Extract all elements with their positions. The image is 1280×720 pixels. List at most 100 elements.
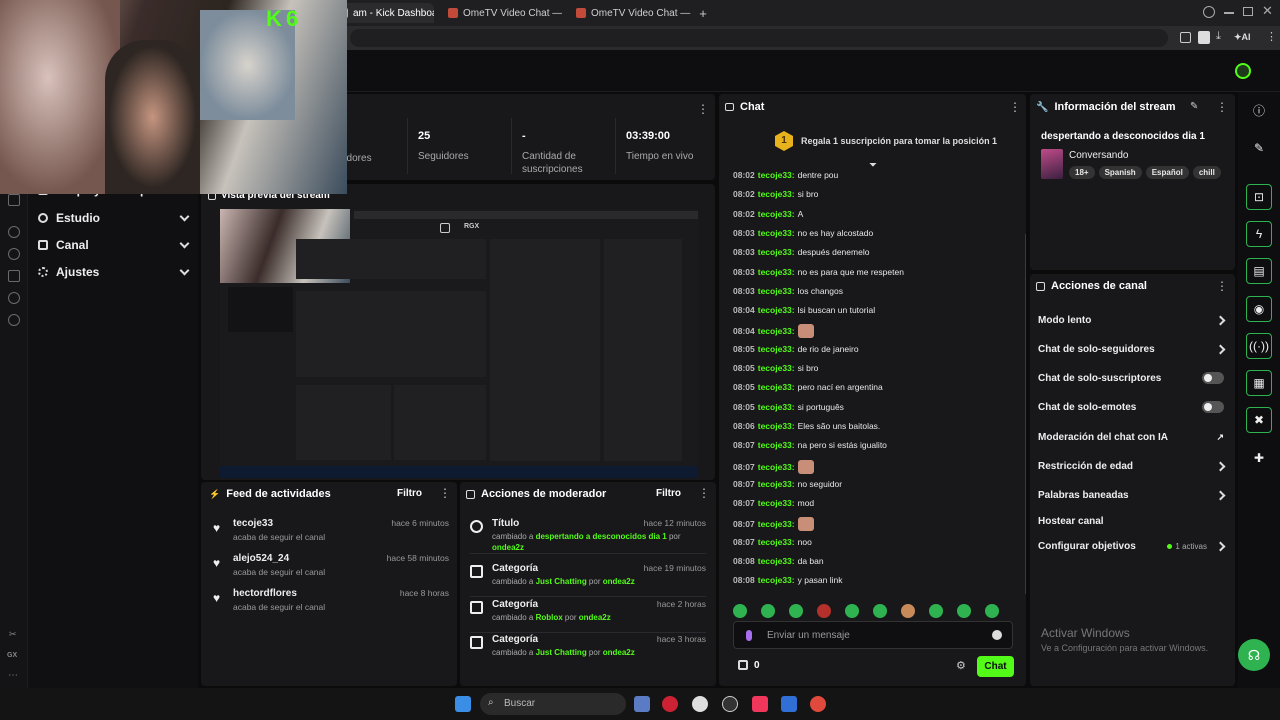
pin-rail-icon[interactable]: ✂ — [9, 629, 17, 640]
extensions-icon[interactable] — [1180, 32, 1191, 43]
play-rail-icon[interactable] — [8, 226, 20, 238]
gift-sub-banner[interactable]: Regala 1 suscripción para tomar la posic… — [801, 136, 997, 146]
gift-points-icon[interactable] — [738, 660, 748, 670]
chat-username[interactable]: tecoje33: — [758, 305, 795, 315]
url-field[interactable] — [350, 29, 1168, 47]
profile-extension-icon[interactable] — [1198, 31, 1210, 44]
microphone-icon[interactable] — [746, 630, 752, 641]
more-options-icon[interactable]: ⋮ — [1216, 279, 1228, 293]
chat-scrollbar[interactable] — [1025, 234, 1026, 594]
download-rail-icon[interactable] — [8, 270, 20, 282]
feed-user[interactable]: hectordflores — [233, 588, 297, 599]
feed-filter-button[interactable]: Filtro — [397, 488, 422, 499]
more-rail-icon[interactable]: ⋯ — [8, 670, 18, 681]
gx-rail-label[interactable]: GX — [7, 652, 17, 659]
history-rail-icon[interactable] — [8, 248, 20, 260]
feed-user[interactable]: alejo524_24 — [233, 553, 289, 564]
support-headset-icon[interactable]: ☊ — [1238, 639, 1270, 671]
user-avatar[interactable] — [1235, 63, 1251, 79]
info-icon[interactable]: ⓘ — [1246, 97, 1272, 123]
chat-username[interactable]: tecoje33: — [758, 363, 795, 373]
chat-username[interactable]: tecoje33: — [758, 498, 795, 508]
capcut-app-icon[interactable] — [781, 696, 797, 712]
chat-username[interactable]: tecoje33: — [758, 170, 795, 180]
steam-app-icon[interactable] — [722, 696, 738, 712]
chat-username[interactable]: tecoje33: — [758, 575, 795, 585]
chat-username[interactable]: tecoje33: — [758, 286, 795, 296]
windows-start-icon[interactable] — [455, 696, 471, 712]
add-widget-icon[interactable]: ✚ — [1246, 445, 1272, 471]
lightning-icon[interactable]: ϟ — [1246, 221, 1272, 247]
chat-username[interactable]: tecoje33: — [758, 421, 795, 431]
chat-username[interactable]: tecoje33: — [758, 267, 795, 277]
emotes-only-toggle[interactable] — [1202, 401, 1224, 413]
layout-icon[interactable]: ▦ — [1246, 370, 1272, 396]
emote-icon[interactable] — [789, 604, 803, 618]
channel-action-followers-only[interactable]: Chat de solo-seguidores — [1038, 340, 1226, 358]
chat-username[interactable]: tecoje33: — [758, 402, 795, 412]
chat-username[interactable]: tecoje33: — [758, 326, 795, 336]
emote-icon[interactable] — [845, 604, 859, 618]
mod-filter-button[interactable]: Filtro — [656, 488, 681, 499]
search-tabs-icon[interactable] — [1203, 6, 1215, 18]
browser-tab-ometv-1[interactable]: OmeTV Video Chat — Ome — [440, 3, 562, 23]
chat-username[interactable]: tecoje33: — [758, 556, 795, 566]
new-tab-button[interactable]: + — [694, 3, 712, 23]
edit-icon[interactable]: ✎ — [1190, 101, 1198, 112]
music-app-icon[interactable] — [752, 696, 768, 712]
chat-settings-icon[interactable]: ⚙ — [956, 659, 966, 672]
emote-icon[interactable] — [761, 604, 775, 618]
stream-preview-video[interactable]: RGX — [220, 209, 698, 478]
emote-icon[interactable] — [873, 604, 887, 618]
channel-action-emotes-only[interactable]: Chat de solo-emotes — [1038, 398, 1224, 416]
chat-username[interactable]: tecoje33: — [758, 382, 795, 392]
more-options-icon[interactable]: ⋮ — [697, 102, 709, 116]
emote-icon[interactable] — [957, 604, 971, 618]
stream-category[interactable]: Conversando — [1069, 150, 1128, 161]
channel-action-age-restriction[interactable]: Restricción de edad — [1038, 457, 1226, 475]
capture-icon[interactable]: ⊡ — [1246, 184, 1272, 210]
opera-app-icon[interactable] — [662, 696, 678, 712]
cloud-app-icon[interactable] — [692, 696, 708, 712]
popout-icon[interactable] — [440, 223, 450, 233]
emote-icon[interactable] — [929, 604, 943, 618]
chat-username[interactable]: tecoje33: — [758, 440, 795, 450]
pinned-expand-icon[interactable]: ⏷ — [869, 160, 877, 171]
chat-username[interactable]: tecoje33: — [758, 479, 795, 489]
chat-username[interactable]: tecoje33: — [758, 228, 795, 238]
chat-rail-icon[interactable] — [8, 194, 20, 206]
chat-username[interactable]: tecoje33: — [758, 462, 795, 472]
sidebar-item-estudio[interactable]: Estudio — [38, 208, 190, 228]
sidebar-item-canal[interactable]: Canal — [38, 235, 190, 255]
feed-user[interactable]: tecoje33 — [233, 518, 273, 529]
pencil-icon[interactable]: ✎ — [1246, 135, 1272, 161]
emote-icon[interactable] — [985, 604, 999, 618]
chat-input[interactable]: Enviar un mensaje — [733, 621, 1013, 649]
settings-rail-icon[interactable] — [8, 314, 20, 326]
extensions-rail-icon[interactable] — [8, 292, 20, 304]
subscribers-only-toggle[interactable] — [1202, 372, 1224, 384]
close-window-icon[interactable]: ✕ — [1262, 3, 1273, 19]
settings-app-icon[interactable] — [634, 696, 650, 712]
channel-action-slow-mode[interactable]: Modo lento — [1038, 311, 1226, 329]
emote-icon[interactable] — [733, 604, 747, 618]
browser-menu-icon[interactable]: ⋮ — [1266, 30, 1277, 43]
tools-icon[interactable]: ✖ — [1246, 407, 1272, 433]
download-icon[interactable]: ⤓ — [1216, 30, 1221, 43]
emote-icon[interactable] — [817, 604, 831, 618]
chat-username[interactable]: tecoje33: — [758, 344, 795, 354]
more-options-icon[interactable]: ⋮ — [698, 486, 710, 500]
channel-action-host[interactable]: Hostear canal — [1038, 512, 1224, 530]
chat-widget-icon[interactable]: ◉ — [1246, 296, 1272, 322]
chat-username[interactable]: tecoje33: — [758, 537, 795, 547]
more-options-icon[interactable]: ⋮ — [439, 486, 451, 500]
send-chat-button[interactable]: Chat — [977, 656, 1014, 677]
taskbar-search[interactable]: ⌕ Buscar — [480, 693, 626, 715]
broadcast-icon[interactable]: ((·)) — [1246, 333, 1272, 359]
chat-username[interactable]: tecoje33: — [758, 209, 795, 219]
channel-action-banned-words[interactable]: Palabras baneadas — [1038, 486, 1226, 504]
browser-tab-ometv-2[interactable]: OmeTV Video Chat — Ome — [568, 3, 692, 23]
chat-username[interactable]: tecoje33: — [758, 189, 795, 199]
channel-action-goals[interactable]: Configurar objetivos 1 activas — [1038, 537, 1226, 555]
minimize-icon[interactable] — [1224, 12, 1234, 14]
